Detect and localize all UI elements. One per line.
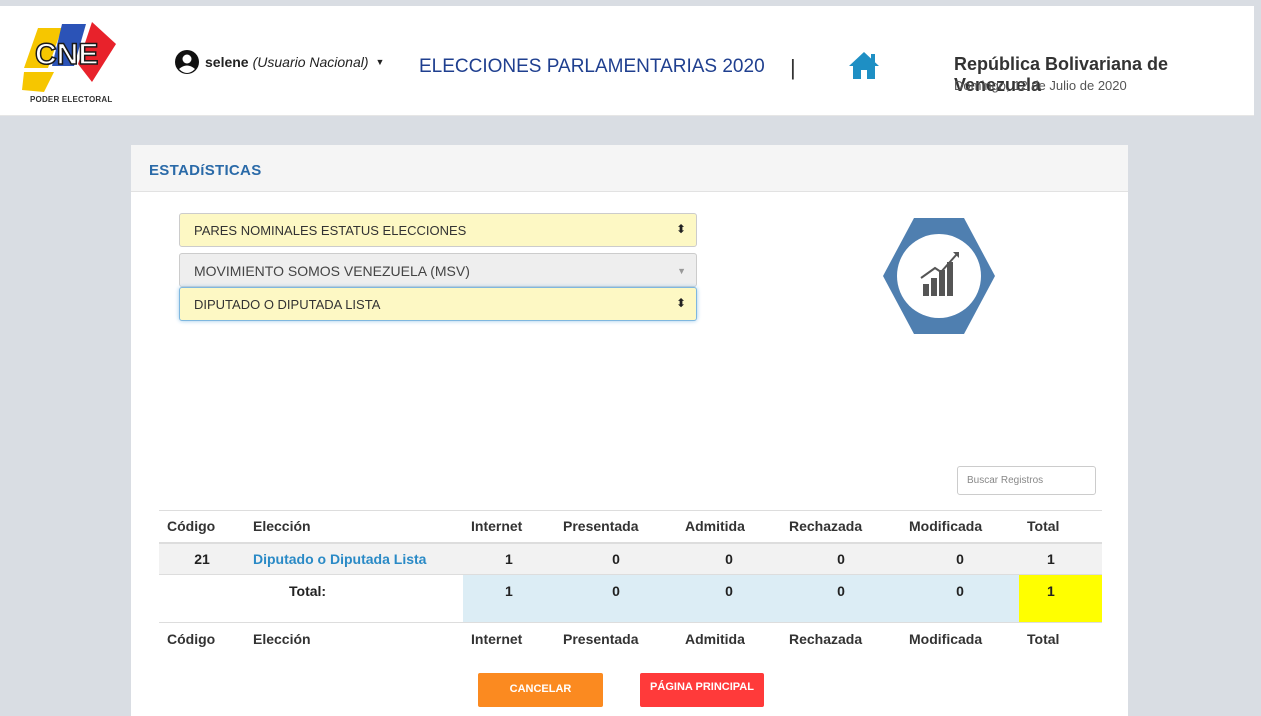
cell-codigo: 21: [159, 542, 245, 575]
total-modificada: 0: [901, 574, 1019, 623]
col-header-admitida: Admitida: [677, 510, 781, 544]
election-type-value: DIPUTADO O DIPUTADA LISTA: [194, 297, 381, 312]
col-footer-presentada: Presentada: [555, 622, 677, 655]
bar-chart-icon: [883, 218, 995, 334]
col-header-rechazada: Rechazada: [781, 510, 901, 544]
statistics-table: Código Elección Internet Presentada Admi…: [159, 510, 1102, 655]
table-footer-row: Código Elección Internet Presentada Admi…: [159, 622, 1102, 655]
main-page-button[interactable]: PÁGINA PRINCIPAL: [640, 673, 764, 707]
top-header: CNE PODER ELECTORAL selene (Usuario Naci…: [0, 6, 1254, 116]
header-separator: |: [790, 55, 796, 80]
cell-total: 1: [1019, 542, 1102, 575]
cell-modificada: 0: [901, 542, 1019, 575]
col-header-codigo: Código: [159, 510, 245, 544]
user-circle-icon: [175, 50, 199, 74]
organization-value: MOVIMIENTO SOMOS VENEZUELA (MSV): [194, 263, 470, 279]
total-internet: 1: [463, 574, 555, 623]
search-input[interactable]: [957, 466, 1096, 495]
total-admitida: 0: [677, 574, 781, 623]
cell-presentada: 0: [555, 542, 677, 575]
col-header-eleccion: Elección: [245, 510, 463, 544]
col-header-internet: Internet: [463, 510, 555, 544]
totals-row: Total: 1 0 0 0 0 1: [159, 574, 1102, 623]
col-footer-codigo: Código: [159, 622, 245, 655]
home-icon[interactable]: [847, 50, 881, 80]
chevron-down-icon: ▼: [375, 57, 385, 67]
totals-spacer: [159, 574, 245, 623]
chevron-down-icon: ▼: [677, 266, 686, 276]
col-header-presentada: Presentada: [555, 510, 677, 544]
report-type-select[interactable]: PARES NOMINALES ESTATUS ELECCIONES ⬍: [179, 213, 697, 247]
col-footer-modificada: Modificada: [901, 622, 1019, 655]
col-header-total: Total: [1019, 510, 1102, 544]
col-footer-internet: Internet: [463, 622, 555, 655]
panel-title: ESTADíSTICAS: [131, 145, 1128, 192]
col-footer-total: Total: [1019, 622, 1102, 655]
col-footer-admitida: Admitida: [677, 622, 781, 655]
total-total: 1: [1019, 574, 1102, 623]
user-name: selene: [205, 54, 249, 70]
cell-internet: 1: [463, 542, 555, 575]
user-role: (Usuario Nacional): [252, 54, 369, 70]
col-footer-rechazada: Rechazada: [781, 622, 901, 655]
total-presentada: 0: [555, 574, 677, 623]
table-header-row: Código Elección Internet Presentada Admi…: [159, 510, 1102, 544]
logo-caption: PODER ELECTORAL: [30, 95, 113, 104]
table-row: 21 Diputado o Diputada Lista 1 0 0 0 0 1: [159, 542, 1102, 575]
cell-admitida: 0: [677, 542, 781, 575]
election-title: ELECCIONES PARLAMENTARIAS 2020: [419, 56, 765, 77]
current-date: Domingo, 12 de Julio de 2020: [954, 78, 1127, 93]
statistics-panel: ESTADíSTICAS PARES NOMINALES ESTATUS ELE…: [131, 145, 1128, 716]
col-footer-eleccion: Elección: [245, 622, 463, 655]
election-link[interactable]: Diputado o Diputada Lista: [245, 542, 463, 575]
total-rechazada: 0: [781, 574, 901, 623]
report-type-value: PARES NOMINALES ESTATUS ELECCIONES: [194, 223, 467, 238]
cell-rechazada: 0: [781, 542, 901, 575]
election-type-select[interactable]: DIPUTADO O DIPUTADA LISTA ⬍: [179, 287, 697, 321]
svg-text:CNE: CNE: [35, 38, 98, 71]
select-arrows-icon: ⬍: [675, 222, 686, 236]
cancel-button[interactable]: CANCELAR: [478, 673, 603, 707]
totals-label: Total:: [245, 574, 463, 623]
user-menu[interactable]: selene (Usuario Nacional) ▼: [175, 50, 384, 74]
organization-select[interactable]: MOVIMIENTO SOMOS VENEZUELA (MSV) ▼: [179, 253, 697, 287]
select-arrows-icon: ⬍: [675, 296, 686, 310]
col-header-modificada: Modificada: [901, 510, 1019, 544]
